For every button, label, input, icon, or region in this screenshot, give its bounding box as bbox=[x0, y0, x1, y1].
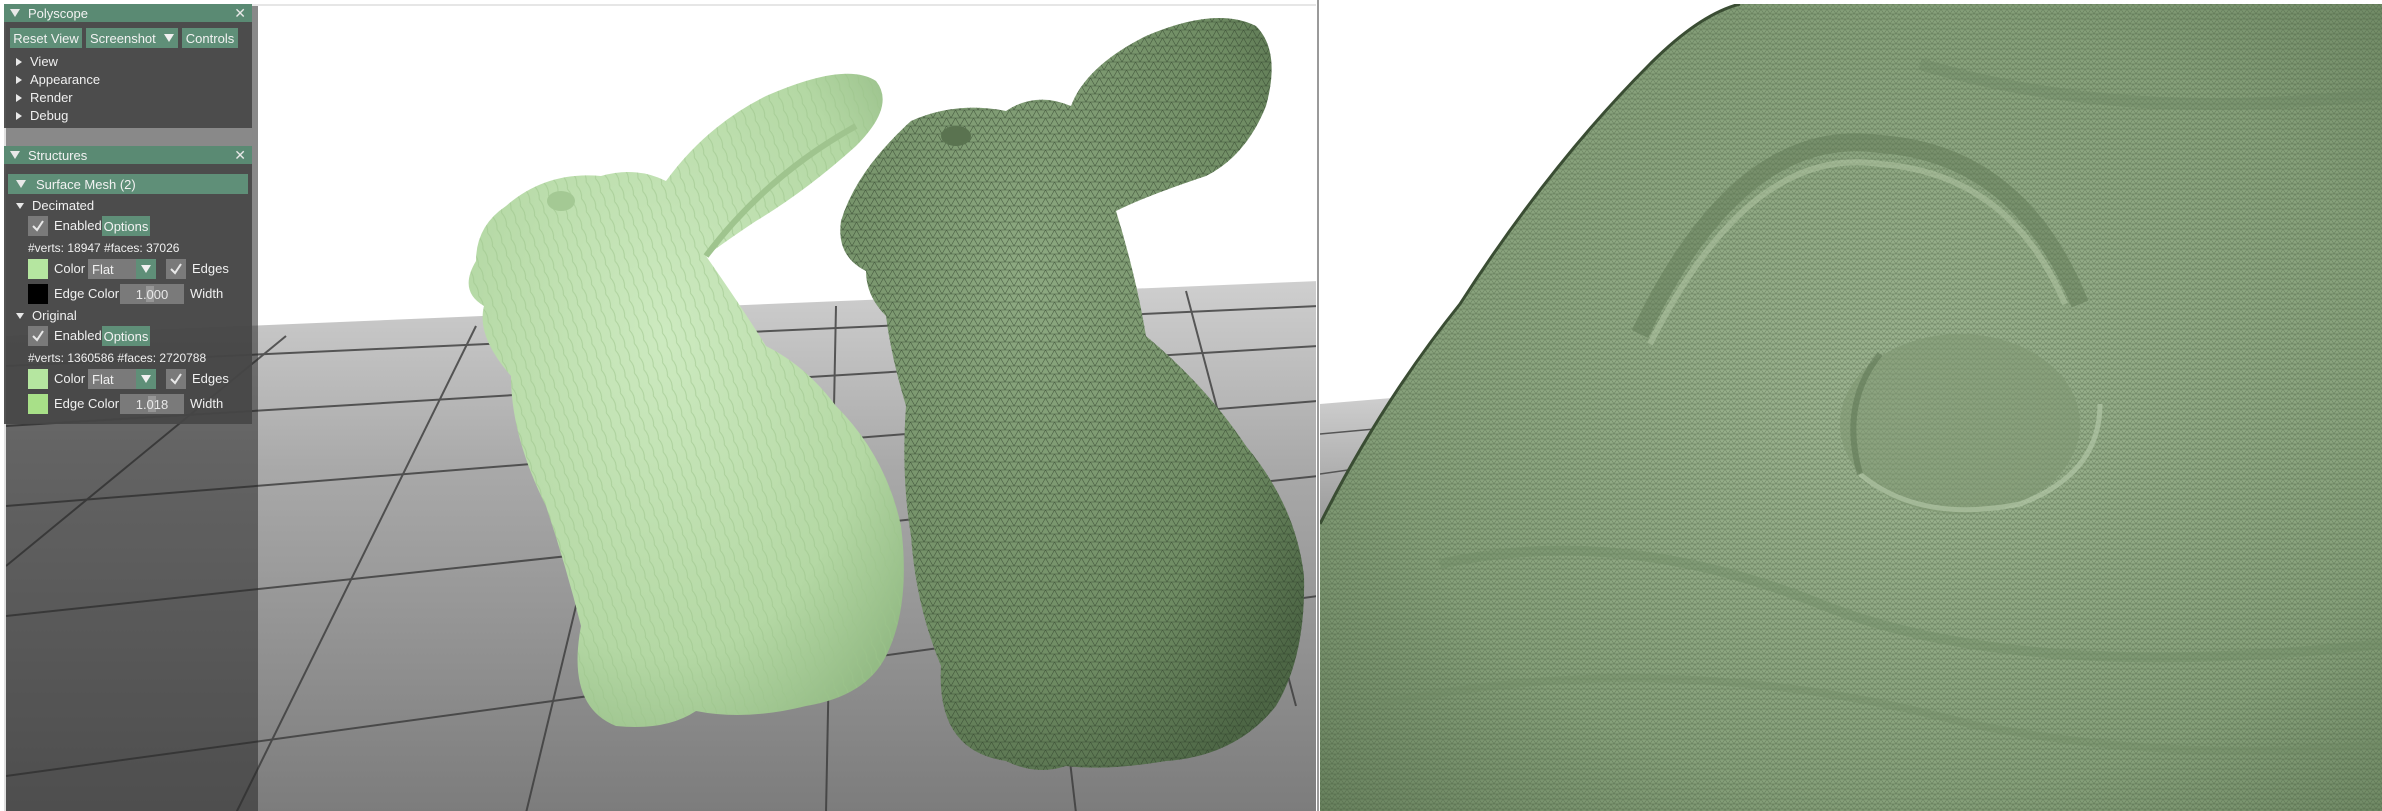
edge-color-swatch-decimated[interactable] bbox=[28, 284, 48, 304]
color-swatch-original[interactable] bbox=[28, 369, 48, 389]
checkmark-icon bbox=[32, 220, 44, 232]
tree-item-label: Appearance bbox=[30, 72, 101, 87]
edge-width-slider-original[interactable]: 1.018 bbox=[120, 394, 184, 414]
options-button-decimated[interactable]: Options bbox=[102, 216, 150, 236]
edge-width-value: 1.000 bbox=[135, 286, 169, 302]
chevron-down-icon[interactable] bbox=[160, 28, 178, 48]
width-label: Width bbox=[190, 286, 224, 301]
mesh-name: Original bbox=[32, 308, 77, 323]
shading-value: Flat bbox=[92, 261, 114, 277]
checkmark-icon bbox=[170, 373, 182, 385]
expand-arrow-icon bbox=[16, 93, 22, 102]
enabled-checkbox-original[interactable] bbox=[28, 326, 48, 346]
group-header-label: Surface Mesh (2) bbox=[36, 176, 136, 192]
reset-view-button[interactable]: Reset View bbox=[10, 28, 82, 48]
edges-checkbox-original[interactable] bbox=[166, 369, 186, 389]
close-icon[interactable]: ✕ bbox=[234, 146, 246, 164]
enabled-label: Enabled bbox=[54, 218, 102, 233]
chevron-down-icon bbox=[136, 259, 156, 279]
options-label: Options bbox=[103, 218, 149, 234]
checkmark-icon bbox=[170, 263, 182, 275]
tree-item-view[interactable]: View bbox=[16, 54, 58, 69]
color-label: Color bbox=[54, 371, 86, 386]
edge-color-swatch-original[interactable] bbox=[28, 394, 48, 414]
screenshot-label: Screenshot bbox=[90, 30, 156, 46]
structures-panel: Structures ✕ Surface Mesh (2) Decimated … bbox=[4, 146, 252, 424]
edges-label: Edges bbox=[192, 371, 229, 386]
tree-item-label: Debug bbox=[30, 108, 69, 123]
checkmark-icon bbox=[32, 330, 44, 342]
controls-button[interactable]: Controls bbox=[182, 28, 238, 48]
zoomed-3d-viewport[interactable] bbox=[1320, 4, 2382, 811]
color-label: Color bbox=[54, 261, 86, 276]
mesh-stats-original: #verts: 1360586 #faces: 2720788 bbox=[28, 351, 207, 365]
tree-item-render[interactable]: Render bbox=[16, 90, 73, 105]
enabled-label: Enabled bbox=[54, 328, 102, 343]
expand-arrow-icon bbox=[16, 111, 22, 120]
color-swatch-decimated[interactable] bbox=[28, 259, 48, 279]
width-label: Width bbox=[190, 396, 224, 411]
polyscope-panel-titlebar[interactable]: Polyscope ✕ bbox=[4, 4, 252, 22]
enabled-checkbox-decimated[interactable] bbox=[28, 216, 48, 236]
polyscope-panel: Polyscope ✕ Reset View Screenshot Contro… bbox=[4, 4, 252, 128]
closeup-bunny-surface bbox=[1320, 4, 2382, 811]
tree-item-appearance[interactable]: Appearance bbox=[16, 72, 100, 87]
structures-panel-titlebar[interactable]: Structures ✕ bbox=[4, 146, 252, 164]
mesh-stats-decimated: #verts: 18947 #faces: 37026 bbox=[28, 241, 180, 255]
edge-width-value: 1.018 bbox=[135, 396, 169, 412]
polyscope-panel-title: Polyscope bbox=[28, 5, 88, 21]
collapse-arrow-icon bbox=[16, 202, 24, 209]
tree-item-debug[interactable]: Debug bbox=[16, 108, 68, 123]
chevron-down-icon bbox=[136, 369, 156, 389]
edge-color-label: Edge Color bbox=[54, 286, 120, 301]
surface-mesh-group-header[interactable]: Surface Mesh (2) bbox=[8, 174, 248, 194]
collapse-icon[interactable] bbox=[10, 151, 20, 159]
shading-select-original[interactable]: Flat bbox=[88, 369, 156, 389]
controls-label: Controls bbox=[185, 30, 235, 46]
options-button-original[interactable]: Options bbox=[102, 326, 150, 346]
structures-panel-title: Structures bbox=[28, 147, 88, 163]
mesh-name: Decimated bbox=[32, 198, 95, 213]
collapse-arrow-icon bbox=[16, 180, 26, 188]
screenshot-button[interactable]: Screenshot bbox=[86, 28, 178, 48]
mesh-node-original[interactable]: Original bbox=[16, 308, 77, 323]
expand-arrow-icon bbox=[16, 57, 22, 66]
tree-item-label: Render bbox=[30, 90, 73, 105]
collapse-icon[interactable] bbox=[10, 9, 20, 17]
expand-arrow-icon bbox=[16, 75, 22, 84]
tree-item-label: View bbox=[30, 54, 58, 69]
edges-checkbox-decimated[interactable] bbox=[166, 259, 186, 279]
options-label: Options bbox=[103, 328, 149, 344]
close-icon[interactable]: ✕ bbox=[234, 4, 246, 22]
edge-width-slider-decimated[interactable]: 1.000 bbox=[120, 284, 184, 304]
collapse-arrow-icon bbox=[16, 312, 24, 319]
reset-view-label: Reset View bbox=[13, 30, 79, 46]
edge-color-label: Edge Color bbox=[54, 396, 120, 411]
closeup-render[interactable] bbox=[1320, 4, 2382, 811]
mesh-node-decimated[interactable]: Decimated bbox=[16, 198, 94, 213]
shading-select-decimated[interactable]: Flat bbox=[88, 259, 156, 279]
shading-value: Flat bbox=[92, 371, 114, 387]
edges-label: Edges bbox=[192, 261, 229, 276]
